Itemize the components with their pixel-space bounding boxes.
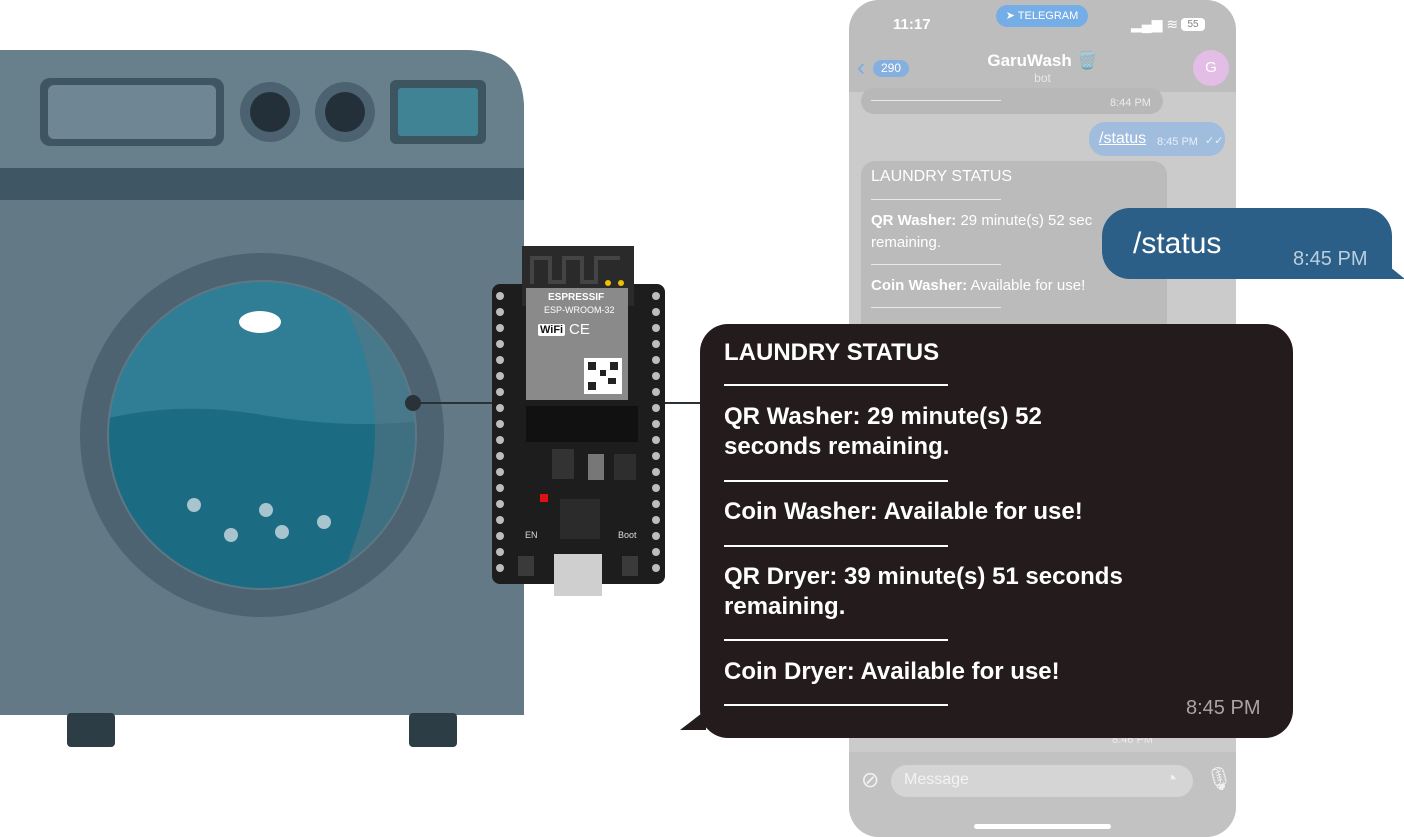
divider [871, 264, 1001, 265]
bubble [317, 515, 331, 529]
washer-panel-strip [0, 168, 524, 200]
usb-chip [560, 499, 600, 539]
divider [724, 384, 948, 386]
divider [724, 545, 948, 547]
double-check-icon: ✓✓ [1205, 135, 1224, 147]
divider [724, 480, 948, 482]
message-time: 8:45 PM [1157, 136, 1198, 148]
reply-qr-dryer-line-1: QR Dryer: 39 minute(s) 51 seconds [724, 563, 1123, 590]
divider [724, 704, 948, 706]
reply-coin-dryer: Coin Dryer: Available for use! [724, 658, 1060, 685]
power-led [540, 494, 548, 502]
board-wifi: WiFi [538, 324, 566, 336]
bubble [275, 525, 289, 539]
coin-washer-line: Coin Washer: Available for use! [871, 277, 1085, 294]
board-model: ESP-WROOM-32 [544, 305, 615, 315]
divider [871, 199, 1001, 200]
qr-washer-label: QR Washer: [871, 212, 957, 229]
bubble [224, 528, 238, 542]
board-boot-label: Boot [618, 530, 637, 540]
telegram-pill[interactable]: ➤ TELEGRAM [996, 5, 1088, 27]
boot-button [622, 556, 638, 576]
telegram-pill-label: TELEGRAM [1017, 10, 1079, 22]
chevron-left-icon[interactable]: ‹ [857, 56, 865, 80]
avatar[interactable]: G [1193, 50, 1229, 86]
divider [871, 100, 1001, 101]
home-indicator [974, 824, 1111, 829]
attach-icon[interactable]: ⊘ [861, 767, 879, 793]
chat-title[interactable]: GaruWash 🗑️ [969, 51, 1116, 71]
message-input-placeholder: Message [904, 771, 969, 788]
coin-washer-value: Available for use! [970, 277, 1086, 294]
callout-command-time: 8:45 PM [1293, 248, 1368, 270]
message-time: 8:44 PM [1110, 97, 1151, 109]
divider [724, 639, 948, 641]
qr-washer-line: QR Washer: 29 minute(s) 52 sec [871, 212, 1092, 229]
washer-screen [398, 88, 478, 136]
callout-command-tail [1385, 263, 1404, 279]
reply-coin-washer: Coin Washer: Available for use! [724, 498, 1083, 525]
command-link[interactable]: /status [1099, 130, 1146, 148]
reply-title: LAUNDRY STATUS [724, 339, 940, 366]
sticker-icon[interactable]: ◔ [1165, 768, 1177, 791]
board-en-label: EN [525, 530, 538, 540]
reply-qr-washer-line-1: QR Washer: 29 minute(s) 52 [724, 403, 1042, 430]
micro-usb-port [554, 554, 602, 596]
telegram-icon: ➤ [1005, 10, 1018, 22]
reply-qr-dryer-line-2: remaining. [724, 593, 846, 620]
qr-washer-value: 29 minute(s) 52 sec [960, 212, 1093, 229]
washer-foot-left [67, 713, 115, 747]
battery-icon: 55 [1181, 18, 1205, 31]
microphone-icon[interactable]: 🎙 [1205, 766, 1233, 792]
board-brand: ESPRESSIF [548, 292, 605, 303]
status-bar-time: 11:17 [893, 16, 931, 33]
bubble [259, 503, 273, 517]
washer-glass-highlight [239, 311, 281, 333]
coin-washer-label: Coin Washer: [871, 277, 968, 294]
callout-reply-tail [680, 710, 706, 730]
washer-display [48, 85, 216, 139]
divider [871, 307, 1001, 308]
reply-time: 8:45 PM [1186, 697, 1261, 719]
en-button [518, 556, 534, 576]
callout-command-text: /status [1133, 227, 1222, 260]
board-ce: CE [569, 321, 590, 338]
module-pins [526, 406, 638, 442]
back-unread-count[interactable]: 290 [873, 60, 909, 77]
chat-subtitle: bot [1034, 71, 1051, 85]
washer-foot-right [409, 713, 457, 747]
bubble [187, 498, 201, 512]
signal-icon: ▂▄▆ ≋ [1131, 16, 1179, 32]
reply-qr-washer-line-2: seconds remaining. [724, 433, 950, 460]
status-title: LAUNDRY STATUS [871, 168, 1013, 185]
qr-washer-line-2: remaining. [871, 234, 942, 251]
